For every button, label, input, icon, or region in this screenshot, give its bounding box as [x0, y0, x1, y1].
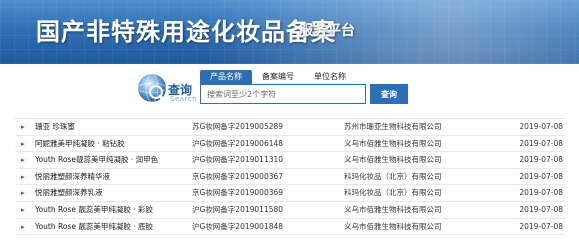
site-title: 国产非特殊用途化妆品备案	[36, 17, 336, 46]
record-number: 京G妆网备字2019000369	[192, 188, 284, 198]
record-date: 2019-07-08	[519, 155, 563, 165]
record-number: 京G妆网备字2019000367	[192, 171, 284, 181]
company-name: 科玛化妆品（北京）有限公司	[344, 171, 442, 181]
bullet-icon: ▸	[21, 222, 25, 231]
product-name-link[interactable]: 悦丽雅塑颜深养乳液	[35, 185, 185, 201]
product-name-link[interactable]: Youth Rose 靓蕊美甲纯凝胶 · 彩胶	[35, 202, 185, 218]
results-list: ▸ 珊亚 珍珠蜜 苏G妆网备字2019005289 苏州市珊亚生物科技有限公司 …	[15, 118, 565, 251]
product-name-link[interactable]: Youth Rose 靓蕊美甲纯凝胶 · 底胶	[35, 219, 185, 235]
bullet-icon: ▸	[21, 123, 25, 131]
list-item[interactable]: ▸ Youth Rose 靓蕊美甲纯凝胶 · 底胶 沪G妆网备字20190018…	[15, 219, 565, 236]
bullet-icon: ▸	[21, 139, 25, 148]
company-name: 义乌市佰雅生物科技有限公司	[344, 221, 442, 231]
list-item[interactable]: ▸ 悦丽雅塑颜深养精华液 京G妆网备字2019000367 科玛化妆品（北京）有…	[15, 169, 565, 186]
logo-subtext: Search	[170, 95, 198, 103]
list-item[interactable]: ▸ 珊亚 珍珠蜜 苏G妆网备字2019005289 苏州市珊亚生物科技有限公司 …	[15, 119, 565, 136]
tab-record-number[interactable]: 备案编号	[252, 70, 304, 84]
record-date: 2019-07-08	[519, 221, 563, 231]
company-name: 义乌市佰雅生物科技有限公司	[344, 138, 442, 148]
list-item[interactable]: ▸ 悦丽雅塑颜深养乳液 京G妆网备字2019000369 科玛化妆品（北京）有限…	[15, 185, 565, 202]
record-date: 2019-07-08	[519, 122, 563, 131]
tab-company-name[interactable]: 单位名称	[304, 70, 356, 84]
record-number: 沪G妆网备字2019011310	[192, 155, 284, 165]
list-item[interactable]: ▸ Youth Rose 靓蕊美甲纯凝胶 · 彩胶 沪G妆网备字20190115…	[15, 202, 565, 219]
search-tabs: 产品名称 备案编号 单位名称	[200, 70, 356, 84]
record-date: 2019-07-08	[519, 188, 563, 198]
bullet-icon: ▸	[21, 189, 25, 198]
header-banner: 国产非特殊用途化妆品备案 服务平台	[0, 0, 579, 64]
globe-magnifier-icon	[137, 73, 168, 105]
search-button[interactable]: 查询	[370, 84, 408, 104]
record-date: 2019-07-08	[519, 204, 563, 214]
company-name: 科玛化妆品（北京）有限公司	[344, 188, 442, 198]
product-name-link[interactable]: 悦丽雅塑颜深养精华液	[35, 169, 185, 185]
record-number: 沪G妆网备字2019001848	[192, 221, 284, 231]
company-name: 义乌市佰雅生物科技有限公司	[344, 204, 442, 214]
list-item[interactable]: ▸ 阿妮雅美甲纯凝胶 · 粘钻胶 沪G妆网备字2019006148 义乌市佰雅生…	[15, 136, 565, 153]
record-date: 2019-07-08	[519, 138, 563, 148]
bullet-icon: ▸	[21, 172, 25, 181]
tab-product-name[interactable]: 产品名称	[200, 70, 252, 84]
list-item[interactable]: ▸ Youth Rose靓蕊美甲纯凝胶 · 润甲色 沪G妆网备字20190113…	[15, 152, 565, 169]
company-name: 义乌市佰雅生物科技有限公司	[344, 155, 442, 165]
bullet-icon: ▸	[21, 156, 25, 165]
search-input[interactable]	[200, 84, 366, 104]
record-date: 2019-07-08	[519, 171, 563, 181]
product-name-link[interactable]: Youth Rose靓蕊美甲纯凝胶 · 润甲色	[35, 152, 185, 168]
company-name: 苏州市珊亚生物科技有限公司	[344, 122, 442, 131]
site-subtitle: 服务平台	[299, 23, 355, 39]
record-number: 沪G妆网备字2019011580	[192, 204, 284, 214]
record-number: 沪G妆网备字2019006148	[192, 138, 284, 148]
product-name-link[interactable]: 阿妮雅美甲纯凝胶 · 粘钻胶	[35, 136, 185, 152]
search-area: 查询 Search 产品名称 备案编号 单位名称 查询	[0, 64, 579, 116]
product-name-link[interactable]: 珊亚 珍珠蜜	[35, 119, 185, 135]
record-number: 苏G妆网备字2019005289	[192, 122, 284, 131]
bullet-icon: ▸	[21, 205, 25, 214]
